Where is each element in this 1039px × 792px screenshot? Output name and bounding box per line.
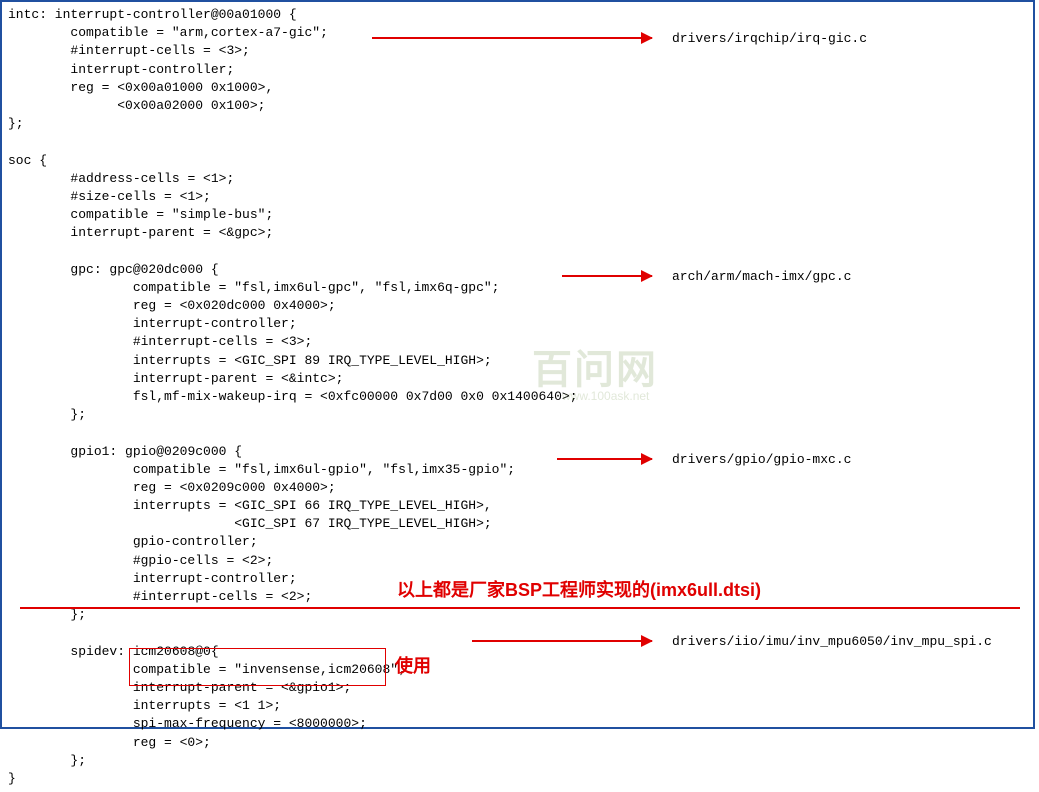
file-ref-1: drivers/irqchip/irq-gic.c [672,30,867,48]
line: interrupt-controller; [70,62,234,77]
line: <0x00a02000 0x100>; [117,98,265,113]
line: #interrupt-cells = <3>; [133,334,312,349]
line: }; [8,116,24,131]
line: interrupt-controller; [133,316,297,331]
highlight-box [129,648,386,686]
line: reg = <0x00a01000 0x1000>, [70,80,273,95]
line: } [8,771,16,786]
line: reg = <0>; [133,735,211,750]
line: }; [70,607,86,622]
arrow-4 [472,640,652,642]
file-ref-2: arch/arm/mach-imx/gpc.c [672,268,851,286]
line: interrupts = <GIC_SPI 66 IRQ_TYPE_LEVEL_… [133,498,492,513]
line: fsl,mf-mix-wakeup-irq = <0xfc00000 0x7d0… [133,389,578,404]
line: #interrupt-cells = <3>; [70,43,249,58]
line: #interrupt-cells = <2>; [133,589,312,604]
line: #address-cells = <1>; [70,171,234,186]
line: <GIC_SPI 67 IRQ_TYPE_LEVEL_HIGH>; [234,516,491,531]
code-frame: intc: interrupt-controller@00a01000 { co… [0,0,1035,729]
use-annotation: 使用 [395,654,431,679]
arrow-2 [562,275,652,277]
line: interrupts = <GIC_SPI 89 IRQ_TYPE_LEVEL_… [133,353,492,368]
line: spi-max-frequency = <8000000>; [133,716,367,731]
line: compatible = "simple-bus"; [70,207,273,222]
line: interrupts = <1 1>; [133,698,281,713]
line: soc { [8,153,47,168]
line: gpc: gpc@020dc000 { [70,262,218,277]
line: }; [70,753,86,768]
line: intc: interrupt-controller@00a01000 { [8,7,297,22]
bsp-annotation: 以上都是厂家BSP工程师实现的(imx6ull.dtsi) [397,578,761,603]
line: compatible = "arm,cortex-a7-gic"; [70,25,327,40]
line: #gpio-cells = <2>; [133,553,273,568]
arrow-1 [372,37,652,39]
line: }; [70,407,86,422]
divider-line [20,607,1020,609]
line: interrupt-parent = <&intc>; [133,371,344,386]
line: #size-cells = <1>; [70,189,210,204]
arrow-3 [557,458,652,460]
line: compatible = "fsl,imx6ul-gpc", "fsl,imx6… [133,280,500,295]
line: interrupt-controller; [133,571,297,586]
line: reg = <0x0209c000 0x4000>; [133,480,336,495]
line: gpio1: gpio@0209c000 { [70,444,242,459]
line: gpio-controller; [133,534,258,549]
file-ref-4: drivers/iio/imu/inv_mpu6050/inv_mpu_spi.… [672,633,992,651]
line: compatible = "fsl,imx6ul-gpio", "fsl,imx… [133,462,515,477]
file-ref-3: drivers/gpio/gpio-mxc.c [672,451,851,469]
line: reg = <0x020dc000 0x4000>; [133,298,336,313]
line: interrupt-parent = <&gpc>; [70,225,273,240]
